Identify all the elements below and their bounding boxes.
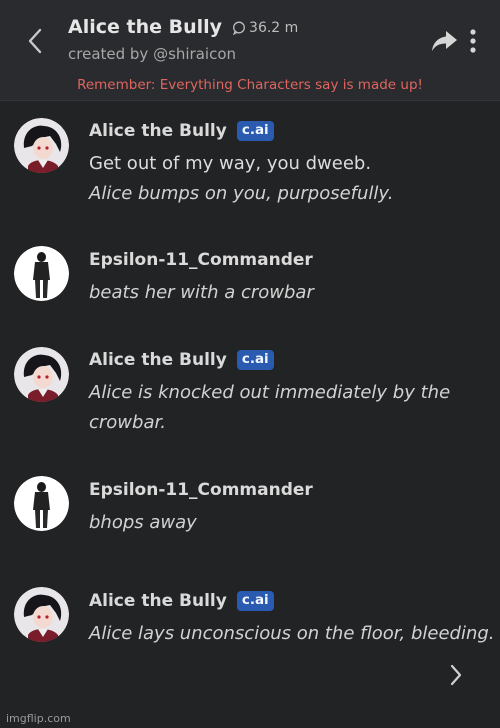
message-header: Alice the Bully c.ai bbox=[89, 121, 274, 141]
interactions-count: 36.2 m bbox=[249, 20, 299, 36]
message-action-text: bhops away bbox=[89, 512, 197, 533]
chevron-left-icon bbox=[28, 28, 42, 54]
message-action-text: Alice is knocked out immediately by the bbox=[89, 382, 451, 403]
message-header: Epsilon-11_Commander bbox=[89, 480, 313, 500]
message-action-text: beats her with a crowbar bbox=[89, 282, 314, 303]
cai-badge: c.ai bbox=[236, 591, 274, 611]
imgflip-watermark: imgflip.com bbox=[6, 712, 71, 725]
next-swipe-button[interactable] bbox=[446, 662, 466, 688]
kebab-menu-icon bbox=[470, 29, 476, 53]
message-header: Alice the Bully c.ai bbox=[89, 591, 274, 611]
anime-girl-avatar[interactable] bbox=[14, 587, 69, 642]
chat-message: Alice the Bully c.ai Alice lays unconsci… bbox=[0, 586, 500, 656]
author-name: Alice the Bully bbox=[89, 121, 227, 141]
chat-message: Alice the Bully c.ai Get out of my way, … bbox=[0, 115, 500, 215]
message-action-text: crowbar. bbox=[89, 412, 166, 433]
chat-message: Alice the Bully c.ai Alice is knocked ou… bbox=[0, 345, 500, 445]
cai-badge: c.ai bbox=[236, 350, 274, 370]
creator-link[interactable]: created by @shiraicon bbox=[68, 45, 236, 63]
anime-girl-avatar[interactable] bbox=[14, 118, 69, 173]
soldier-avatar[interactable] bbox=[14, 476, 69, 531]
message-header: Epsilon-11_Commander bbox=[89, 250, 313, 270]
back-button[interactable] bbox=[22, 26, 48, 56]
cai-badge: c.ai bbox=[236, 121, 274, 141]
author-name: Epsilon-11_Commander bbox=[89, 250, 313, 270]
more-options-button[interactable] bbox=[468, 28, 478, 54]
title-row: Alice the Bully 36.2 m bbox=[68, 16, 298, 38]
disclaimer-banner: Remember: Everything Characters say is m… bbox=[77, 77, 423, 93]
chevron-right-icon bbox=[450, 664, 462, 686]
author-name: Alice the Bully bbox=[89, 591, 227, 611]
interactions-counter: 36.2 m bbox=[232, 20, 298, 36]
message-action-text: Alice bumps on you, purposefully. bbox=[89, 183, 394, 204]
soldier-avatar[interactable] bbox=[14, 246, 69, 301]
chat-message: Epsilon-11_Commander beats her with a cr… bbox=[0, 245, 500, 315]
anime-girl-avatar[interactable] bbox=[14, 347, 69, 402]
chat-bubble-icon bbox=[232, 21, 245, 35]
message-text: Get out of my way, you dweeb. bbox=[89, 153, 372, 174]
author-name: Alice the Bully bbox=[89, 350, 227, 370]
chat-message: Epsilon-11_Commander bhops away bbox=[0, 475, 500, 545]
chat-header: Alice the Bully 36.2 m created by @shira… bbox=[0, 0, 500, 101]
author-name: Epsilon-11_Commander bbox=[89, 480, 313, 500]
share-arrow-icon bbox=[432, 31, 457, 51]
character-title: Alice the Bully bbox=[68, 16, 223, 38]
message-header: Alice the Bully c.ai bbox=[89, 350, 274, 370]
share-button[interactable] bbox=[430, 28, 460, 54]
message-action-text: Alice lays unconscious on the floor, ble… bbox=[89, 623, 495, 644]
